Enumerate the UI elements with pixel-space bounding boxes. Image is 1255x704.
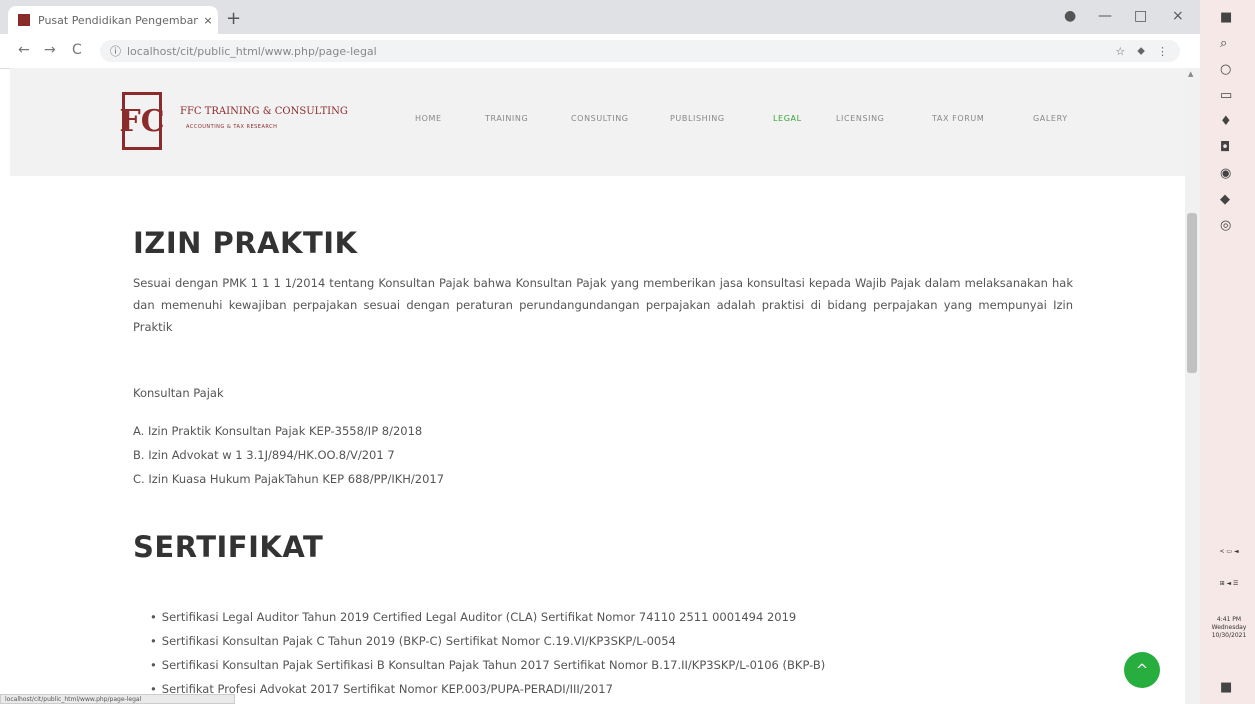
app-icon[interactable]: ◎ [1220, 218, 1231, 233]
main-content: IZIN PRAKTIK Sesuai dengan PMK 1 1 1 1/2… [10, 176, 1185, 704]
windows-taskbar: ■ ⌕ ○ ▭ ♦ ◘ ◉ ◆ ◎ < ▭ ◄ ⊞ ◄ ☰ 4:41 PM We… [1200, 0, 1255, 704]
page-scrollbar[interactable]: ▲ [1185, 68, 1200, 704]
search-icon[interactable]: ⌕ [1220, 36, 1227, 51]
nav-publishing[interactable]: PUBLISHING [670, 114, 725, 123]
cert-item: • Sertifikasi Legal Auditor Tahun 2019 Ce… [150, 610, 796, 624]
site-header: FC FFC TRAINING & CONSULTING ACCOUNTING … [10, 68, 1185, 177]
nav-licensing[interactable]: LICENSING [836, 114, 884, 123]
clock-day[interactable]: Wednesday [1204, 624, 1254, 632]
tab-close-icon[interactable]: × [198, 14, 218, 27]
close-window-button[interactable]: × [1172, 8, 1184, 24]
cert-text: Sertifikasi Legal Auditor Tahun 2019 Cer… [161, 610, 797, 624]
cert-item: • Sertifikasi Konsultan Pajak Sertifikasi… [150, 658, 825, 672]
logo-tagline: ACCOUNTING & TAX RESEARCH [186, 124, 278, 130]
task-view-icon[interactable]: ▭ [1220, 88, 1232, 103]
izin-item: B. Izin Advokat w 1 3.1J/894/HK.OO.8/V/2… [133, 448, 395, 462]
browser-tab-bar: Pusat Pendidikan Pengembangan ... × + ● … [0, 0, 1200, 34]
izin-item: C. Izin Kuasa Hukum PajakTahun KEP 688/P… [133, 472, 445, 486]
app-icon[interactable]: ◆ [1220, 192, 1230, 207]
link-status-bar: localhost/cit/public_html/www.php/page-l… [0, 694, 235, 704]
browser-tab[interactable]: Pusat Pendidikan Pengembangan ... × [8, 6, 218, 34]
intro-paragraph: Sesuai dengan PMK 1 1 1 1/2014 tentang K… [133, 276, 1073, 334]
logo-name[interactable]: FFC TRAINING & CONSULTING [180, 106, 348, 117]
forward-button[interactable]: → [44, 42, 56, 58]
notification-icon[interactable]: ■ [1220, 680, 1232, 695]
nav-training[interactable]: TRAINING [485, 114, 528, 123]
back-to-top-button[interactable]: ^ [1124, 652, 1160, 688]
logo-mark[interactable]: FC [119, 92, 165, 150]
izin-item: A. Izin Praktik Konsultan Pajak KEP-3558… [133, 424, 423, 438]
app-icon[interactable]: ◘ [1220, 140, 1230, 155]
bullet: • [150, 610, 157, 624]
profile-icon[interactable]: ● [1064, 8, 1076, 24]
nav-consulting[interactable]: CONSULTING [571, 114, 629, 123]
heading-izin-praktik: IZIN PRAKTIK [133, 226, 358, 260]
scrollbar-thumb[interactable] [1187, 213, 1197, 373]
start-icon[interactable]: ■ [1220, 10, 1232, 25]
clock-date[interactable]: 10/30/2021 [1204, 632, 1254, 640]
browser-menu-icon[interactable]: ⋮ [1157, 45, 1168, 58]
extension-icon[interactable]: ⬥ [1137, 44, 1145, 58]
nav-home[interactable]: HOME [415, 114, 442, 123]
browser-address-bar: ← → C ⓘ localhost/cit/public_html/www.ph… [0, 34, 1200, 69]
app-icon[interactable]: ♦ [1220, 114, 1232, 129]
bullet: • [150, 634, 157, 648]
clock-time[interactable]: 4:41 PM [1204, 616, 1254, 624]
site-info-icon[interactable]: ⓘ [110, 43, 121, 59]
cert-item: • Sertifikasi Konsultan Pajak C Tahun 201… [150, 634, 676, 648]
tray-icons-2[interactable]: ⊞ ◄ ☰ [1204, 580, 1254, 588]
maximize-button[interactable]: □ [1134, 8, 1147, 24]
tray-icons[interactable]: < ▭ ◄ [1204, 548, 1254, 556]
subheading-konsultan-pajak: Konsultan Pajak [133, 386, 224, 400]
new-tab-button[interactable]: + [226, 8, 241, 29]
nav-galery[interactable]: GALERY [1033, 114, 1068, 123]
url-field[interactable]: ⓘ localhost/cit/public_html/www.php/page… [100, 40, 1180, 62]
reload-button[interactable]: C [72, 42, 82, 58]
nav-legal[interactable]: LEGAL [773, 114, 802, 123]
cert-text: Sertifikasi Konsultan Pajak Sertifikasi … [161, 658, 826, 672]
cortana-icon[interactable]: ○ [1220, 62, 1231, 77]
scroll-up-icon[interactable]: ▲ [1188, 70, 1193, 78]
minimize-button[interactable]: — [1098, 8, 1112, 24]
heading-sertifikat: SERTIFIKAT [133, 530, 324, 564]
back-button[interactable]: ← [18, 42, 30, 58]
cert-text: Sertifikasi Konsultan Pajak C Tahun 2019… [161, 634, 676, 648]
nav-tax-forum[interactable]: TAX FORUM [932, 114, 984, 123]
bookmark-star-icon[interactable]: ☆ [1115, 45, 1125, 58]
url-text[interactable]: localhost/cit/public_html/www.php/page-l… [127, 45, 1115, 58]
bullet: • [150, 658, 157, 672]
site-favicon-icon [18, 14, 30, 26]
tab-title: Pusat Pendidikan Pengembangan ... [38, 13, 198, 27]
chrome-icon[interactable]: ◉ [1220, 166, 1231, 181]
